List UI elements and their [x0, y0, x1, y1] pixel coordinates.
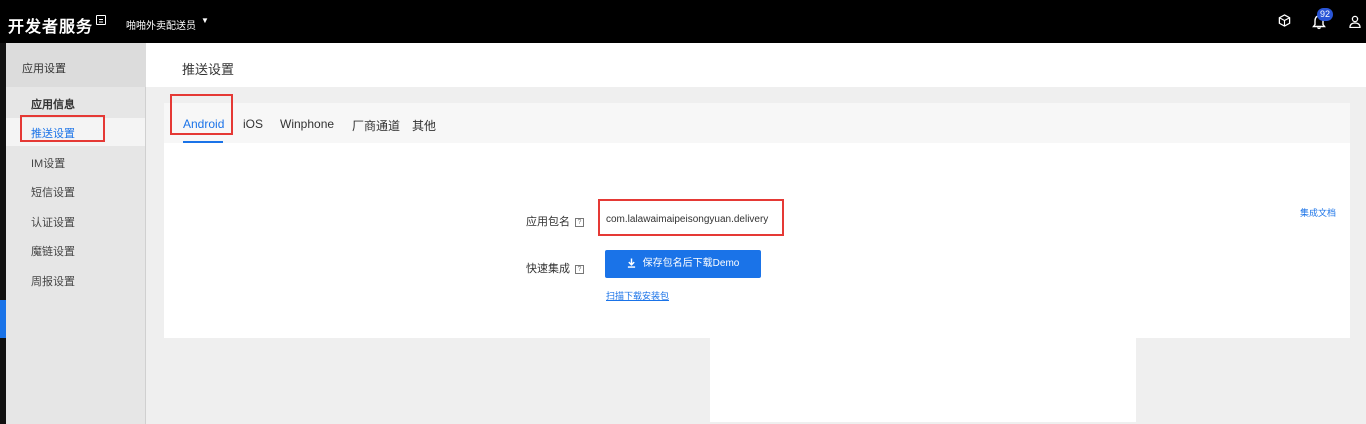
push-settings-card: Android iOS Winphone 厂商通道 其他 集成文档 应用包名? … — [164, 103, 1350, 338]
sidebar-item-magic-link-settings[interactable]: 魔链设置 — [31, 243, 75, 259]
main-content: 推送设置 Android iOS Winphone 厂商通道 其他 集成文档 应… — [146, 43, 1366, 424]
user-icon[interactable] — [1349, 15, 1361, 28]
page-header: 推送设置 — [146, 43, 1366, 87]
sidebar-section-title: 应用设置 — [6, 43, 146, 87]
help-icon[interactable]: ? — [575, 264, 584, 274]
download-icon — [627, 258, 635, 269]
tab-vendor-channel[interactable]: 厂商通道 — [352, 117, 400, 134]
brand-title[interactable]: 开发者服务 — [8, 13, 93, 37]
integration-doc-link[interactable]: 集成文档 — [1300, 206, 1336, 219]
package-name-label: 应用包名? — [526, 213, 584, 229]
notification-badge: 92 — [1317, 8, 1333, 21]
quick-integration-label: 快速集成? — [526, 260, 584, 276]
tab-other[interactable]: 其他 — [412, 117, 436, 134]
sidebar: 应用设置 应用信息 推送设置 IM设置 短信设置 认证设置 魔链设置 周报设置 — [6, 43, 146, 424]
top-bar: 开发者服务 啪啪外卖配送员 ▼ 92 — [0, 0, 1366, 43]
help-icon[interactable]: ? — [575, 217, 584, 227]
sidebar-item-sms-settings[interactable]: 短信设置 — [31, 184, 75, 200]
download-demo-button-label: 保存包名后下载Demo — [642, 258, 740, 269]
scan-download-link[interactable]: 扫描下载安装包 — [606, 289, 669, 302]
platform-tabs: Android iOS Winphone 厂商通道 其他 — [164, 103, 1350, 143]
package-name-label-text: 应用包名 — [526, 216, 570, 228]
sidebar-active-background — [6, 118, 146, 146]
sidebar-item-auth-settings[interactable]: 认证设置 — [31, 214, 75, 230]
sidebar-item-push-settings[interactable]: 推送设置 — [31, 125, 75, 141]
app-selector[interactable]: 啪啪外卖配送员 — [126, 17, 196, 32]
active-tab-indicator — [183, 141, 223, 143]
cube-icon[interactable] — [1278, 14, 1291, 27]
sidebar-item-im-settings[interactable]: IM设置 — [31, 155, 65, 171]
download-demo-button[interactable]: 保存包名后下载Demo — [605, 250, 761, 278]
sidebar-group-title[interactable]: 应用信息 — [31, 96, 75, 112]
quick-integration-label-text: 快速集成 — [526, 263, 570, 275]
page-title: 推送设置 — [182, 62, 235, 77]
tab-ios[interactable]: iOS — [243, 117, 263, 131]
sidebar-item-weekly-report-settings[interactable]: 周报设置 — [31, 273, 75, 289]
package-name-value: com.lalawaimaipeisongyuan.delivery — [606, 214, 769, 225]
tab-winphone[interactable]: Winphone — [280, 117, 334, 131]
document-icon[interactable] — [96, 15, 106, 25]
overlay-panel — [710, 338, 1136, 422]
caret-down-icon[interactable]: ▼ — [201, 16, 209, 25]
tab-android[interactable]: Android — [183, 117, 224, 131]
